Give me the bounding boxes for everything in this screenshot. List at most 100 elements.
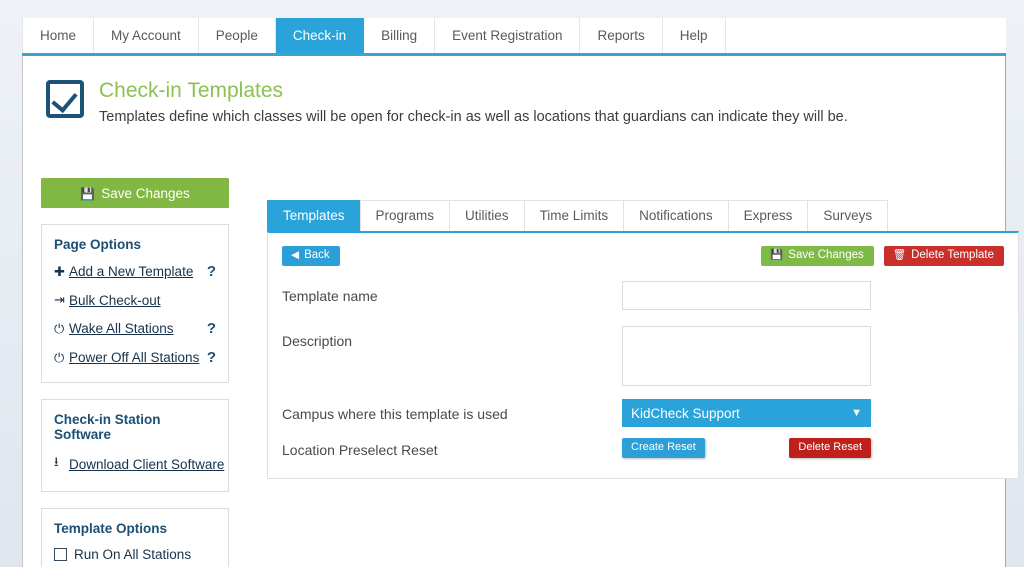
download-icon: ⭳: [54, 454, 59, 469]
panel-toolbar: ◀ Back 💾 Save Changes 🗑 Delete Template: [282, 245, 1004, 267]
run-on-all-stations-label: Run On All Stations: [74, 547, 192, 562]
save-changes-button[interactable]: 💾 Save Changes: [761, 245, 874, 267]
create-reset-button[interactable]: Create Reset: [622, 438, 705, 458]
location-preselect-control: Create Reset Delete Reset: [622, 435, 1004, 458]
sidebar-item-wake-all-stations[interactable]: ⏻ Wake All Stations ?: [54, 320, 216, 337]
campus-select[interactable]: KidCheck Support ▼: [622, 399, 871, 427]
run-on-all-stations-row[interactable]: Run On All Stations: [54, 547, 216, 562]
template-name-input[interactable]: [622, 281, 871, 310]
nav-tab-label: Check-in: [292, 28, 347, 43]
nav-tab-check-in[interactable]: Check-in: [275, 18, 365, 53]
floppy-disk-icon: 💾: [80, 187, 96, 201]
page-subtitle: Templates define which classes will be o…: [99, 109, 848, 125]
app-root: Home My Account People Check-in Billing …: [0, 0, 1024, 567]
nav-tab-label: Reports: [597, 28, 645, 43]
nav-tab-label: Help: [679, 28, 708, 43]
page-header-text: Check-in Templates Templates define whic…: [99, 78, 848, 127]
nav-tab-label: People: [215, 28, 258, 43]
run-on-all-stations-checkbox[interactable]: [54, 548, 67, 561]
help-icon[interactable]: ?: [201, 263, 216, 280]
nav-tab-people[interactable]: People: [198, 18, 276, 53]
tab-time-limits[interactable]: Time Limits: [523, 200, 625, 231]
sidebar-item-download-client-software[interactable]: ⭳ Download Client Software: [54, 453, 224, 475]
back-button-label: Back: [304, 248, 330, 261]
sidebar-item-label[interactable]: Bulk Check-out: [69, 293, 210, 308]
template-name-control: [622, 281, 1004, 310]
template-form: Template name Description Campus where t…: [282, 281, 1004, 458]
nav-tab-label: Billing: [381, 28, 418, 43]
form-row-description: Description: [282, 326, 1004, 386]
sidebar-save-changes-label: Save Changes: [101, 186, 190, 201]
form-row-location-preselect: Location Preselect Reset Create Reset De…: [282, 435, 1004, 458]
tab-label: Express: [743, 208, 793, 223]
form-row-campus: Campus where this template is used KidCh…: [282, 399, 1004, 427]
form-row-template-name: Template name: [282, 281, 1004, 310]
delete-template-button[interactable]: 🗑 Delete Template: [883, 245, 1004, 267]
sidebar: 💾 Save Changes Page Options ✚ Add a New T…: [41, 178, 229, 567]
tab-label: Utilities: [465, 208, 509, 223]
back-button[interactable]: ◀ Back: [282, 245, 340, 267]
delete-reset-button[interactable]: Delete Reset: [789, 438, 871, 458]
power-icon: ⏻: [54, 320, 65, 336]
content-area: Templates Programs Utilities Time Limits…: [267, 200, 1019, 479]
page-title: Check-in Templates: [99, 79, 284, 102]
panel-page-options: Page Options ✚ Add a New Template ? ⇥ Bu…: [41, 224, 229, 383]
location-preselect-label: Location Preselect Reset: [282, 442, 438, 458]
nav-tab-help[interactable]: Help: [662, 18, 726, 53]
back-arrow-icon: ◀: [291, 248, 300, 261]
templates-panel: ◀ Back 💾 Save Changes 🗑 Delete Template Tem…: [267, 231, 1019, 479]
help-icon[interactable]: ?: [201, 349, 216, 366]
campus-label: Campus where this template is used: [282, 406, 508, 422]
nav-tab-label: My Account: [111, 28, 181, 43]
delete-template-label: Delete Template: [911, 248, 994, 261]
nav-tab-event-registration[interactable]: Event Registration: [435, 18, 581, 53]
tab-label: Programs: [375, 208, 435, 223]
tab-label: Notifications: [639, 208, 713, 223]
tab-label: Time Limits: [539, 208, 609, 223]
sign-out-icon: ⇥: [54, 292, 65, 307]
tab-programs[interactable]: Programs: [359, 200, 451, 231]
nav-tab-reports[interactable]: Reports: [580, 18, 663, 53]
reset-buttons-row: Create Reset Delete Reset: [622, 435, 871, 458]
sidebar-item-add-new-template[interactable]: ✚ Add a New Template ?: [54, 263, 216, 280]
description-textarea[interactable]: [622, 326, 871, 386]
campus-select-value: KidCheck Support: [631, 405, 740, 421]
description-control: [622, 326, 1004, 386]
nav-tab-billing[interactable]: Billing: [364, 18, 436, 53]
nav-tab-label: Event Registration: [452, 28, 563, 43]
panel-station-software-title: Check-in Station Software: [54, 412, 161, 442]
sidebar-item-label[interactable]: Wake All Stations: [69, 321, 201, 336]
sidebar-item-bulk-check-out[interactable]: ⇥ Bulk Check-out: [54, 292, 216, 308]
nav-tab-my-account[interactable]: My Account: [94, 18, 199, 53]
sidebar-item-label[interactable]: Power Off All Stations: [69, 350, 201, 365]
page-header: Check-in Templates Templates define whic…: [46, 78, 848, 127]
tab-surveys[interactable]: Surveys: [807, 200, 889, 231]
panel-page-options-title: Page Options: [54, 237, 142, 252]
floppy-disk-icon: 💾: [770, 248, 784, 261]
power-icon: ⏻: [54, 349, 65, 365]
sidebar-item-label[interactable]: Add a New Template: [69, 264, 201, 279]
tab-templates[interactable]: Templates: [267, 200, 361, 231]
template-name-label: Template name: [282, 288, 378, 304]
nav-tab-home[interactable]: Home: [22, 18, 95, 53]
page-canvas: Check-in Templates Templates define whic…: [22, 56, 1019, 567]
trash-icon: 🗑: [892, 248, 907, 261]
plus-icon: ✚: [54, 263, 65, 279]
checkbox-checked-icon: [46, 80, 84, 118]
campus-control: KidCheck Support ▼: [622, 399, 1004, 427]
tab-express[interactable]: Express: [727, 200, 809, 231]
chevron-down-icon: ▼: [851, 407, 862, 419]
panel-station-software: Check-in Station Software ⭳ Download Cli…: [41, 399, 229, 492]
sidebar-item-label[interactable]: Download Client Software: [69, 457, 224, 472]
sidebar-item-power-off-all-stations[interactable]: ⏻ Power Off All Stations ?: [54, 349, 216, 366]
sidebar-save-changes-button[interactable]: 💾 Save Changes: [41, 178, 229, 208]
content-tabs: Templates Programs Utilities Time Limits…: [267, 200, 1019, 231]
tab-label: Surveys: [823, 208, 873, 223]
tab-label: Templates: [283, 208, 345, 223]
main-navigation: Home My Account People Check-in Billing …: [22, 18, 1006, 56]
description-label: Description: [282, 333, 353, 349]
help-icon[interactable]: ?: [201, 320, 216, 337]
panel-template-options: Template Options Run On All Stations: [41, 508, 229, 567]
tab-utilities[interactable]: Utilities: [449, 200, 525, 231]
tab-notifications[interactable]: Notifications: [623, 200, 729, 231]
